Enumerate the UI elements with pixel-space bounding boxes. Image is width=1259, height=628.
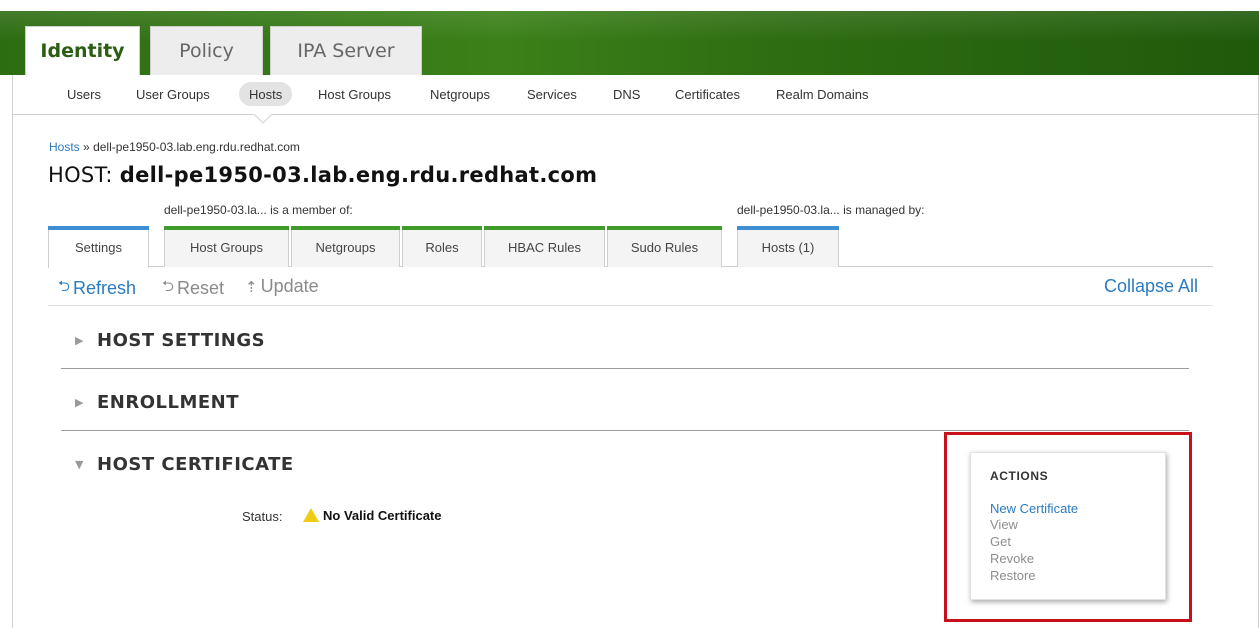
collapse-all-link[interactable]: Collapse All (1104, 276, 1198, 297)
facet-tab-roles[interactable]: Roles (402, 226, 482, 267)
update-arrow-icon: ⇡ (245, 278, 258, 296)
action-new-certificate[interactable]: New Certificate (990, 501, 1078, 516)
certificate-status-value: No Valid Certificate (323, 508, 442, 523)
facet-tab-netgroups[interactable]: Netgroups (291, 226, 400, 267)
section-title: HOST SETTINGS (97, 329, 266, 351)
breadcrumb-link-hosts[interactable]: Hosts (49, 140, 80, 154)
page-title-prefix: HOST: (48, 163, 113, 187)
subnav-host-groups[interactable]: Host Groups (318, 82, 391, 106)
collapse-triangle-icon: ▼ (75, 457, 84, 471)
update-button[interactable]: ⇡ Update (245, 276, 319, 297)
facet-tab-label: Hosts (1) (761, 239, 815, 255)
subnav-dns[interactable]: DNS (613, 82, 640, 106)
actions-title: ACTIONS (990, 469, 1049, 483)
tab-ipa-server[interactable]: IPA Server (270, 26, 422, 75)
section-divider (61, 368, 1189, 369)
section-title: ENROLLMENT (97, 391, 240, 413)
subnav-user-groups[interactable]: User Groups (136, 82, 210, 106)
facet-tab-settings[interactable]: Settings (48, 226, 149, 268)
action-get[interactable]: Get (990, 534, 1011, 549)
breadcrumb: Hosts » dell-pe1950-03.lab.eng.rdu.redha… (49, 140, 300, 154)
reset-label: Reset (177, 278, 225, 298)
active-nav-pointer-inner (255, 114, 271, 122)
certificate-status-label: Status: (242, 509, 283, 524)
action-view[interactable]: View (990, 517, 1018, 532)
facet-tab-hosts[interactable]: Hosts (1) (737, 226, 839, 267)
section-title: HOST CERTIFICATE (97, 453, 294, 475)
subnav-realm-domains[interactable]: Realm Domains (776, 82, 868, 106)
facet-tab-host-groups[interactable]: Host Groups (164, 226, 289, 267)
refresh-label: Refresh (73, 278, 137, 298)
action-restore[interactable]: Restore (990, 568, 1036, 583)
section-divider (61, 430, 1189, 431)
reset-button[interactable]: ⮌ Reset (162, 276, 224, 301)
refresh-icon: ⮌ (58, 278, 71, 295)
action-revoke[interactable]: Revoke (990, 551, 1034, 566)
facet-tab-label: Host Groups (190, 239, 263, 255)
update-label: Update (260, 276, 319, 296)
section-host-certificate[interactable]: ▼ HOST CERTIFICATE (75, 451, 294, 477)
expand-triangle-icon: ▶ (75, 333, 84, 347)
member-of-label: dell-pe1950-03.la... is a member of: (164, 203, 353, 217)
tab-policy[interactable]: Policy (150, 26, 263, 75)
facet-tab-label: HBAC Rules (508, 239, 581, 255)
section-enrollment[interactable]: ▶ ENROLLMENT (75, 389, 239, 415)
expand-triangle-icon: ▶ (75, 395, 84, 409)
breadcrumb-current: dell-pe1950-03.lab.eng.rdu.redhat.com (93, 140, 300, 154)
breadcrumb-separator: » (83, 140, 90, 154)
warning-icon (303, 507, 319, 522)
page-title: HOST: dell-pe1950-03.lab.eng.rdu.redhat.… (48, 163, 597, 187)
subnav-certificates[interactable]: Certificates (675, 82, 740, 106)
certificate-status: No Valid Certificate (303, 507, 442, 523)
facet-tab-label: Sudo Rules (630, 239, 699, 255)
facet-tab-label: Settings (75, 240, 122, 255)
facet-tab-hbac-rules[interactable]: HBAC Rules (484, 226, 605, 267)
facet-tab-label: Netgroups (315, 239, 376, 255)
reset-icon: ⮌ (162, 278, 175, 295)
page-title-host: dell-pe1950-03.lab.eng.rdu.redhat.com (119, 163, 598, 187)
facet-tab-label: Roles (425, 239, 459, 255)
refresh-button[interactable]: ⮌ Refresh (58, 276, 136, 301)
subnav-services[interactable]: Services (527, 82, 577, 106)
subnav-users[interactable]: Users (67, 82, 101, 106)
subnav-netgroups[interactable]: Netgroups (430, 82, 490, 106)
managed-by-label: dell-pe1950-03.la... is managed by: (737, 203, 925, 217)
facet-tab-sudo-rules[interactable]: Sudo Rules (607, 226, 722, 267)
subnav-hosts[interactable]: Hosts (239, 82, 293, 106)
tab-identity[interactable]: Identity (25, 26, 140, 75)
section-host-settings[interactable]: ▶ HOST SETTINGS (75, 327, 265, 353)
